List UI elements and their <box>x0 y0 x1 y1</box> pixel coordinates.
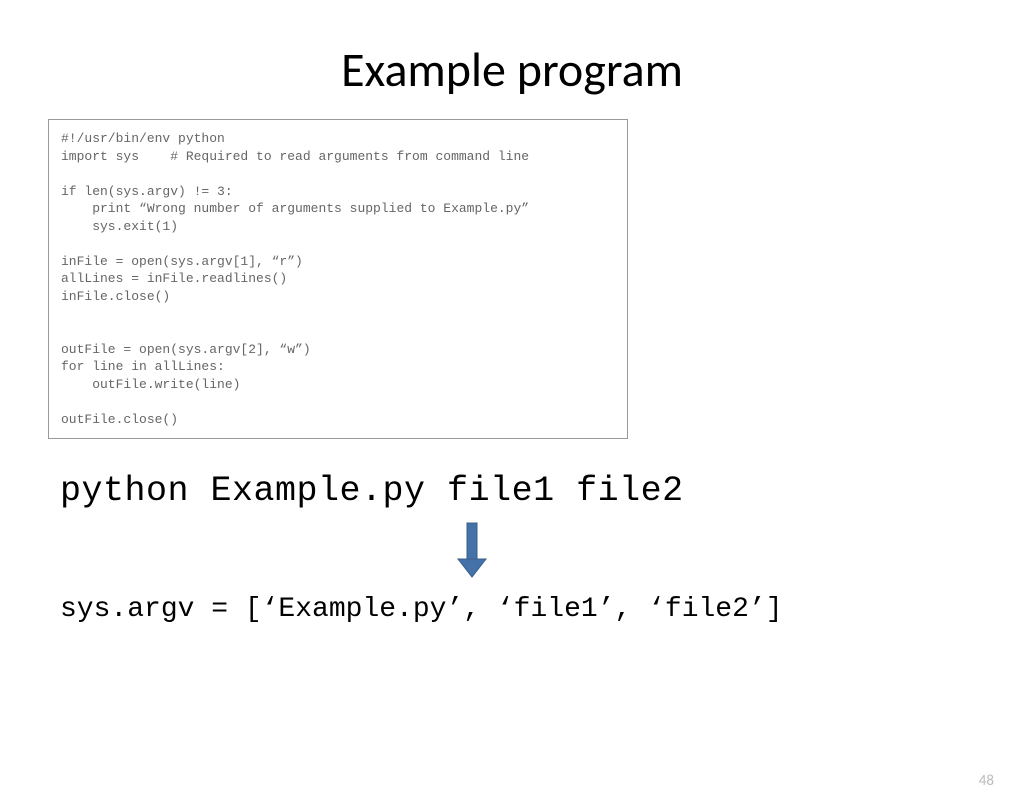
argv-result: sys.argv = [‘Example.py’, ‘file1’, ‘file… <box>60 594 1024 625</box>
command-line-example: python Example.py file1 file2 <box>60 471 1024 511</box>
page-number: 48 <box>979 772 994 790</box>
slide-title: Example program <box>0 40 1024 99</box>
down-arrow-icon <box>0 521 1024 586</box>
code-block: #!/usr/bin/env python import sys # Requi… <box>48 119 628 439</box>
